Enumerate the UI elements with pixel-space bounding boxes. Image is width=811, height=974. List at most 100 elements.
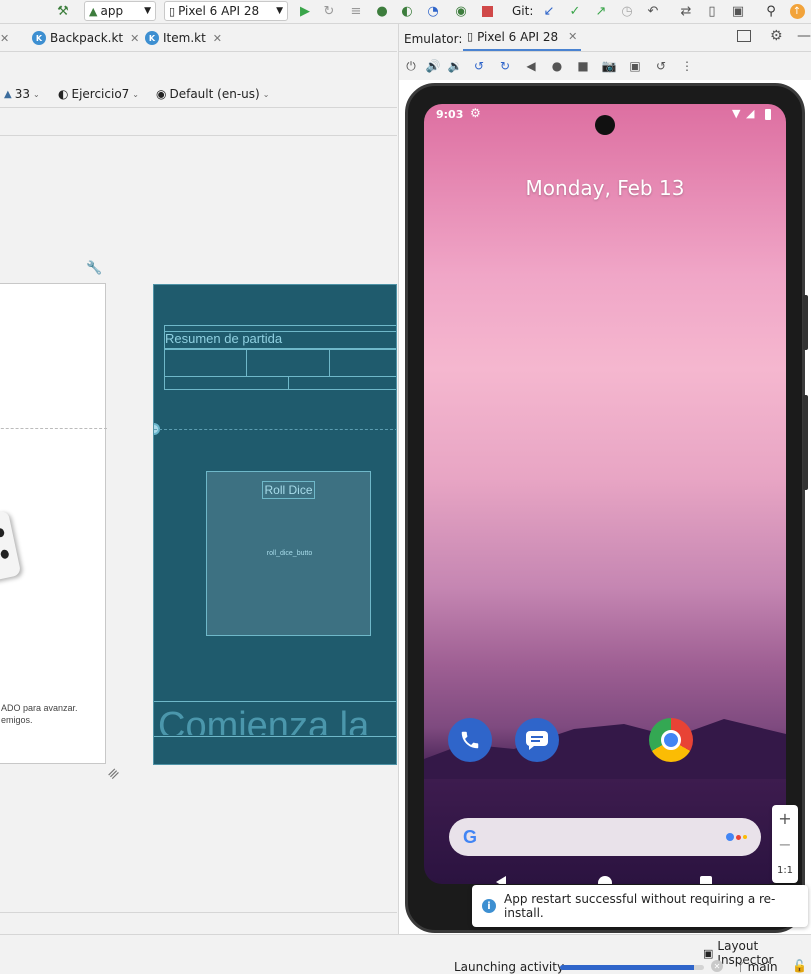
volume-down-icon[interactable]: 🔉 (447, 58, 463, 74)
progress-bar (560, 965, 704, 970)
back-icon[interactable]: ◀ (523, 58, 539, 74)
phone-side-button[interactable] (803, 395, 808, 490)
editor-toolbar-row (0, 52, 397, 80)
blueprint-dice-container: Roll Dice roll_dice_butto (206, 471, 371, 636)
phone-screen[interactable]: 9:03 ⚙ ▼ ◢ Monday, Feb 13 G (424, 104, 786, 884)
apply-code-changes-icon[interactable]: ≡ (347, 2, 365, 20)
search-icon[interactable]: ⚲ (762, 2, 780, 20)
device-select[interactable]: ▯ Pixel 6 API 28 ▼ (164, 1, 288, 21)
home-icon[interactable]: ● (549, 58, 565, 74)
design-preview-screen[interactable]: ADO para avanzar. emigos. (0, 283, 107, 764)
window-layout-icon[interactable] (737, 30, 751, 42)
phone-icon: ▯ (169, 4, 176, 18)
device-tab-label: Pixel 6 API 28 (477, 29, 559, 44)
editor-tab-bar: ✕ K Backpack.kt ✕ K Item.kt ✕ (0, 24, 397, 52)
tab-close-icon[interactable]: ✕ (568, 30, 577, 43)
tab-close-icon[interactable]: ✕ (213, 32, 222, 45)
branch-label: main (747, 960, 778, 974)
git-label: Git: (512, 4, 534, 18)
profile-icon[interactable]: ◐ (398, 2, 416, 20)
kotlin-file-icon: K (32, 31, 46, 45)
profiler-gauge-icon[interactable]: ◔ (424, 2, 442, 20)
google-search-bar[interactable]: G (449, 818, 761, 856)
rotate-right-icon[interactable]: ↻ (497, 58, 513, 74)
google-g-icon: G (463, 826, 478, 847)
branch-icon: ᛉ (737, 960, 744, 974)
emulator-device-tab[interactable]: ▯ Pixel 6 API 28 ✕ (463, 24, 582, 51)
zoom-out-icon[interactable]: − (772, 835, 798, 854)
notification-toast[interactable]: i App restart successful without requiri… (472, 885, 808, 927)
blueprint-button-id: roll_dice_butto (266, 550, 313, 557)
tab-item-kt[interactable]: K Item.kt ✕ (145, 28, 222, 48)
chevron-down-icon: ⌄ (32, 89, 40, 99)
design-subbar (0, 108, 397, 136)
blueprint-header-text: Resumen de partida (165, 331, 283, 346)
nav-back-icon[interactable] (496, 876, 506, 884)
updates-icon[interactable]: ↑ (788, 2, 806, 20)
tab-close-icon[interactable]: ✕ (130, 32, 139, 45)
lock-icon[interactable]: 🔓 (792, 959, 807, 973)
api-level-select[interactable]: ▲ 33 ⌄ (4, 85, 40, 103)
chevron-down-icon: ▼ (144, 6, 151, 16)
device-manager-icon[interactable]: ▯ (703, 2, 721, 20)
phone-side-button[interactable] (803, 295, 808, 350)
chevron-down-icon: ▼ (276, 6, 283, 16)
more-options-icon[interactable]: ⋮ (679, 58, 695, 74)
git-update-icon[interactable]: ↙ (540, 2, 558, 20)
gear-icon[interactable]: ⚙ (770, 28, 783, 44)
theme-select[interactable]: ◐ Ejercicio7 ⌄ (58, 85, 139, 103)
minimize-icon[interactable]: — (797, 28, 811, 44)
wrench-icon[interactable]: 🔧 (86, 261, 102, 276)
emulator-controls: ⏻ 🔊 🔉 ↺ ↻ ◀ ● ■ 📷 ▣ ↺ ⋮ (398, 52, 811, 80)
volume-up-icon[interactable]: 🔊 (425, 58, 441, 74)
nav-home-icon[interactable] (598, 876, 612, 884)
blueprint-roll-dice-button[interactable]: Roll Dice (262, 481, 315, 499)
emulator-zoom-tools: + − 1:1 (772, 805, 798, 883)
zoom-actual-size-button[interactable]: 1:1 (772, 865, 798, 876)
blueprint-guideline (154, 429, 396, 430)
status-time: 9:03 (436, 108, 464, 121)
phone-app-icon[interactable] (448, 718, 492, 762)
globe-icon: ◉ (156, 87, 167, 101)
blueprint-table-cell (288, 377, 289, 389)
debug-icon[interactable]: ● (373, 2, 391, 20)
build-hammer-icon[interactable]: ⚒ (54, 2, 72, 20)
tab-backpack-kt[interactable]: K Backpack.kt ✕ (32, 28, 139, 48)
lockscreen-date: Monday, Feb 13 (525, 176, 685, 200)
locale-select[interactable]: ◉ Default (en-us) ⌄ (156, 85, 269, 103)
run-config-select[interactable]: ▲ app ▼ (84, 1, 156, 21)
blueprint-screen[interactable]: Resumen de partida Roll Dice roll_dice_b… (153, 284, 397, 765)
nav-recents-icon[interactable] (700, 876, 712, 884)
snapshot-icon[interactable]: ↺ (653, 58, 669, 74)
apply-changes-icon[interactable]: ↻ (320, 2, 338, 20)
messages-app-icon[interactable] (515, 718, 559, 762)
overview-icon[interactable]: ■ (575, 58, 591, 74)
screenshot-camera-icon[interactable]: 📷 (601, 58, 617, 74)
chrome-app-icon[interactable] (649, 718, 693, 762)
preview-text-line: emigos. (1, 715, 33, 725)
sdk-manager-icon[interactable]: ▣ (729, 2, 747, 20)
git-history-icon[interactable]: ◷ (618, 2, 636, 20)
kotlin-file-icon: K (145, 31, 159, 45)
git-push-icon[interactable]: ↗ (592, 2, 610, 20)
assistant-icon[interactable] (726, 833, 747, 841)
screen-record-icon[interactable]: ▣ (627, 58, 643, 74)
stop-icon[interactable] (478, 2, 496, 20)
tab-close-icon[interactable]: ✕ (0, 32, 9, 45)
api-level-label: 33 (14, 87, 30, 101)
phone-icon: ▯ (467, 30, 474, 43)
run-icon[interactable]: ▶ (296, 2, 314, 20)
rotate-left-icon[interactable]: ↺ (471, 58, 487, 74)
gradle-sync-icon[interactable]: ⇄ (677, 2, 695, 20)
power-icon[interactable]: ⏻ (403, 58, 419, 74)
attach-debugger-icon[interactable]: ◉ (452, 2, 470, 20)
blueprint-footer-text: Comienza la (158, 705, 370, 735)
git-commit-icon[interactable]: ✓ (566, 2, 584, 20)
git-branch-widget[interactable]: ᛉ main (737, 960, 778, 974)
git-rollback-icon[interactable]: ↶ (644, 2, 662, 20)
tab-label: Item.kt (163, 31, 206, 45)
device-label: Pixel 6 API 28 (178, 4, 260, 18)
zoom-in-icon[interactable]: + (772, 809, 798, 828)
cancel-progress-icon[interactable]: ✕ (711, 960, 723, 972)
info-icon: i (482, 899, 496, 913)
